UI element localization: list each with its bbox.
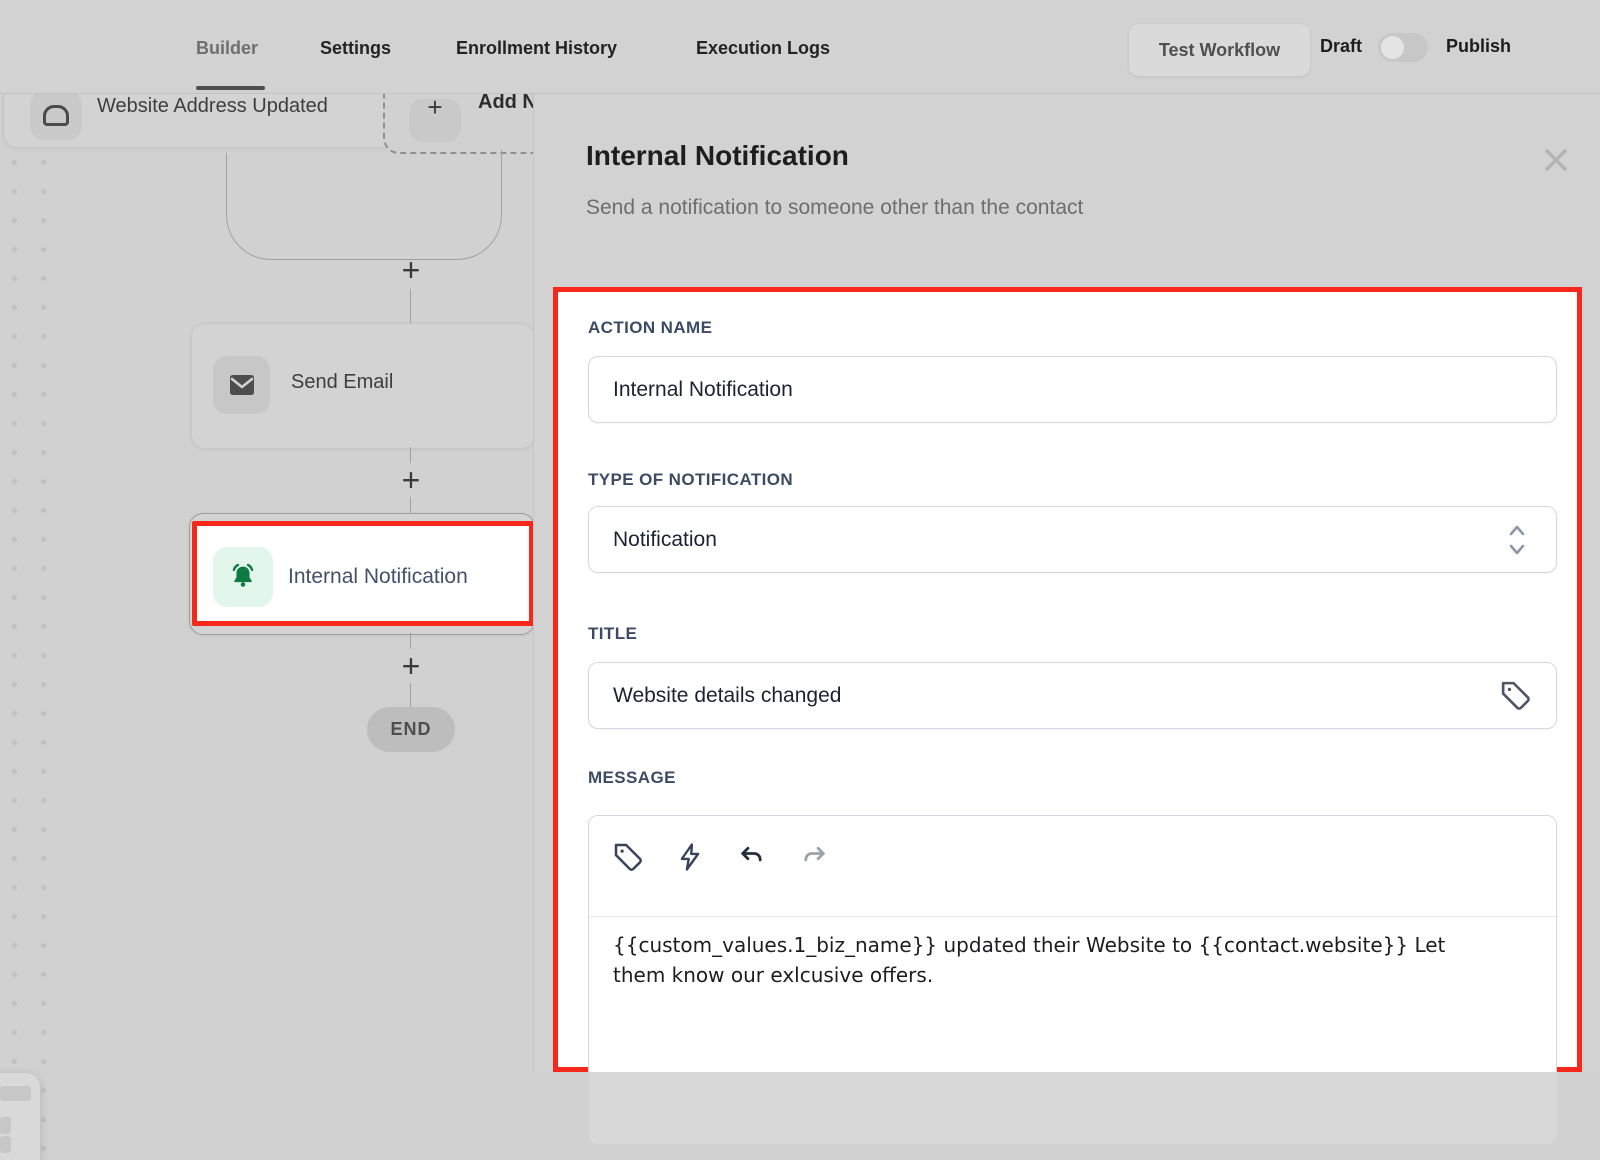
minimap-row (0, 1117, 11, 1134)
minimap-row (0, 1136, 11, 1153)
title-input[interactable]: Website details changed (588, 662, 1557, 729)
panel-title: Internal Notification (586, 140, 849, 172)
add-action-button-1[interactable]: + (396, 253, 426, 287)
envelope-icon (228, 373, 256, 397)
plus-icon: + (427, 93, 442, 123)
publish-toggle[interactable] (1378, 33, 1428, 62)
workflow-canvas: Website Address Updated + Add N + Send E… (0, 93, 533, 1160)
tab-enrollment-history[interactable]: Enrollment History (456, 38, 617, 59)
active-tab-underline (196, 86, 265, 90)
add-action-button-2[interactable]: + (396, 463, 426, 497)
message-label: MESSAGE (588, 768, 676, 788)
action-name-label: ACTION NAME (588, 318, 712, 338)
send-email-node-label: Send Email (291, 371, 393, 394)
connector-left-branch (226, 153, 412, 260)
toolbar-divider (589, 916, 1556, 917)
connector-line (410, 447, 411, 463)
top-header: Builder Settings Enrollment History Exec… (0, 0, 1600, 94)
close-icon[interactable] (1540, 144, 1572, 176)
dim-overlay (533, 1072, 1600, 1160)
end-node: END (367, 707, 455, 752)
bell-icon (227, 561, 259, 593)
trigger-node-label: Website Address Updated (97, 95, 328, 118)
canvas-dot-grid (0, 148, 58, 1160)
tag-icon[interactable] (611, 840, 645, 874)
type-of-notification-select[interactable]: Notification (588, 506, 1557, 573)
action-settings-panel: Internal Notification Send a notificatio… (533, 0, 1600, 1160)
message-toolbar (611, 840, 831, 874)
undo-icon[interactable] (735, 840, 769, 874)
connector-line (410, 289, 411, 323)
connector-line (410, 683, 411, 707)
title-value: Website details changed (613, 663, 841, 728)
tab-settings[interactable]: Settings (320, 38, 391, 59)
panel-subtitle: Send a notification to someone other tha… (586, 196, 1083, 220)
draft-label: Draft (1320, 36, 1362, 57)
test-workflow-button[interactable]: Test Workflow (1129, 24, 1310, 76)
redo-icon[interactable] (797, 840, 831, 874)
internal-notification-node-label: Internal Notification (288, 565, 468, 589)
connector-right-branch (411, 150, 502, 260)
tag-icon[interactable] (1499, 679, 1532, 712)
action-name-input[interactable]: Internal Notification (588, 356, 1557, 423)
chevron-up-down-icon (1506, 522, 1528, 558)
type-of-notification-label: TYPE OF NOTIFICATION (588, 470, 793, 490)
title-label: TITLE (588, 624, 637, 644)
toggle-knob (1381, 36, 1404, 59)
add-new-node-label: Add N (478, 93, 533, 114)
lightning-icon[interactable] (673, 840, 707, 874)
action-name-value: Internal Notification (613, 357, 793, 422)
connector-line (410, 497, 411, 513)
trigger-icon-box (30, 93, 82, 140)
add-new-icon-box: + (409, 99, 461, 142)
type-of-notification-value: Notification (613, 507, 717, 572)
message-value[interactable]: {{custom_values.1_biz_name}} updated the… (613, 930, 1493, 990)
send-email-icon-box (213, 356, 270, 414)
minimap-row (0, 1086, 31, 1101)
tab-builder[interactable]: Builder (196, 38, 258, 59)
minimap-panel[interactable] (0, 1073, 40, 1160)
publish-label: Publish (1446, 36, 1511, 57)
tab-execution-logs[interactable]: Execution Logs (696, 38, 830, 59)
notification-icon-box (213, 547, 273, 607)
trigger-icon (43, 105, 69, 126)
connector-line (410, 633, 411, 649)
add-action-button-3[interactable]: + (396, 649, 426, 683)
